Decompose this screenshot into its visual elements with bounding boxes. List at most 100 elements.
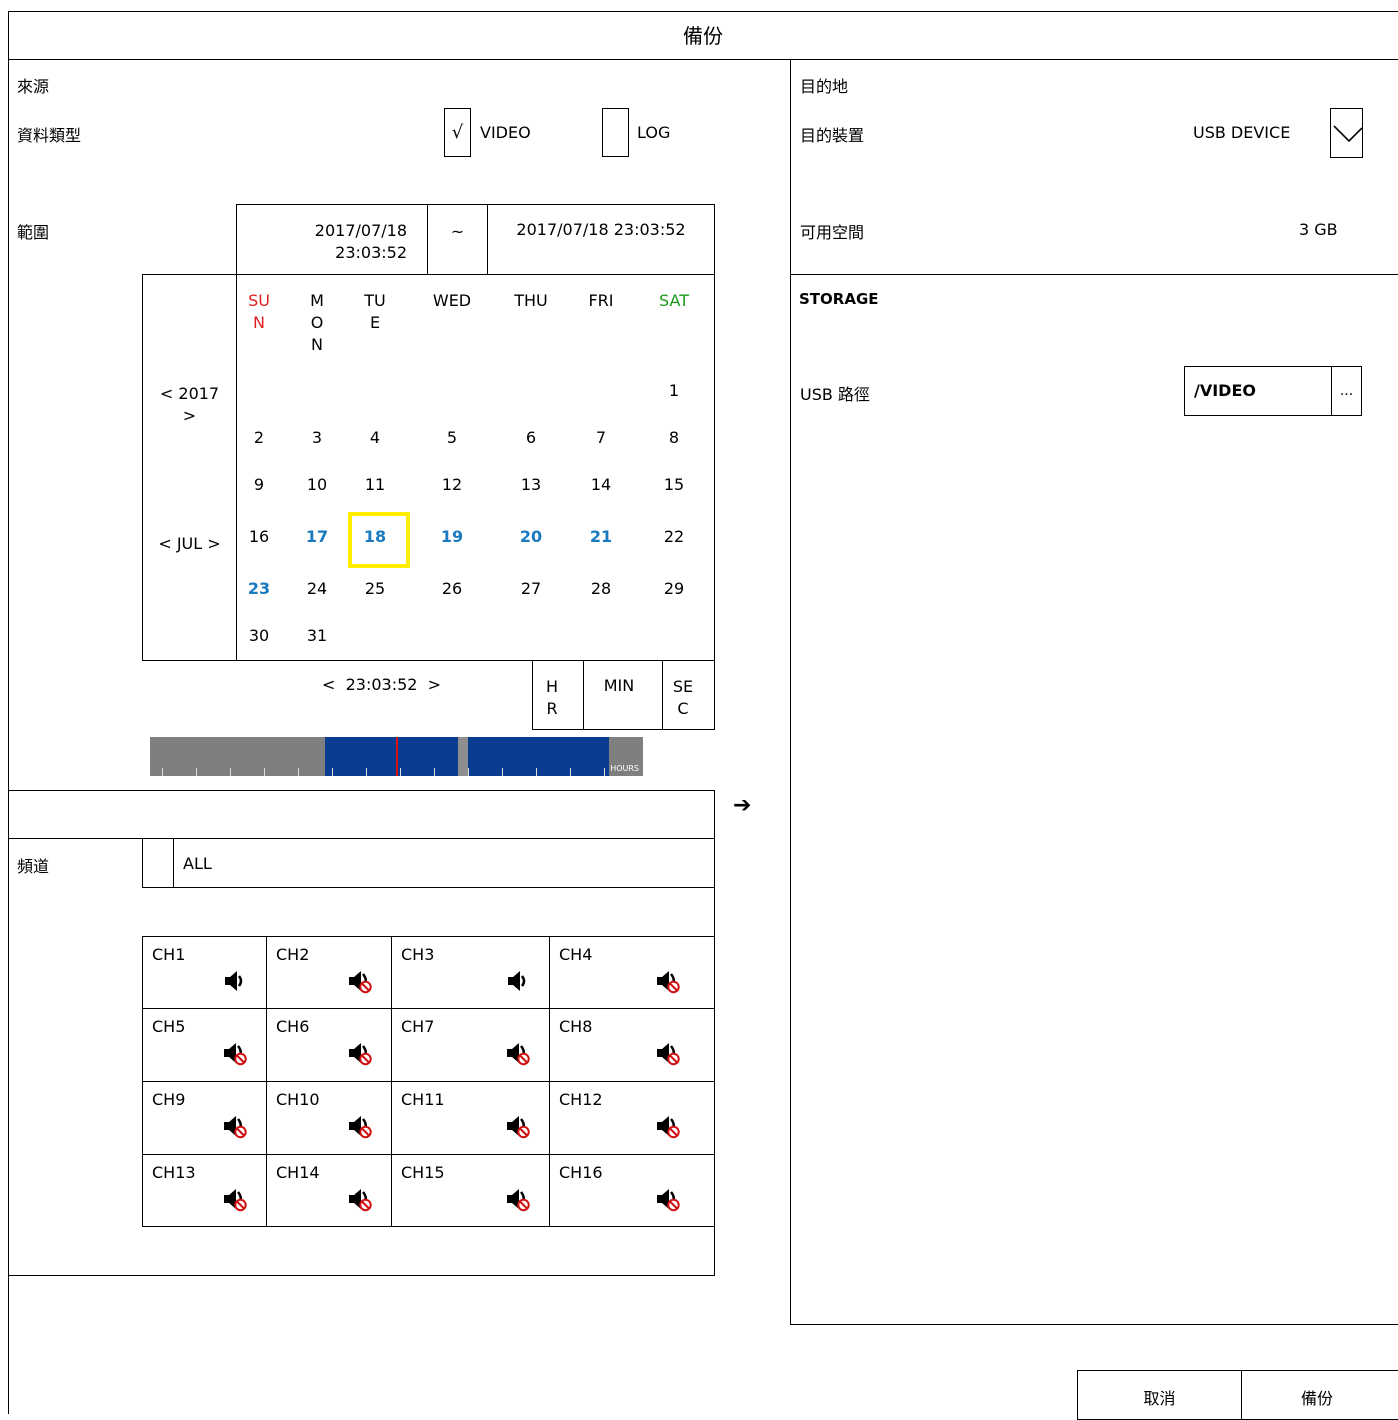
calendar-day[interactable]: 20 [511, 527, 551, 546]
all-channels-checkbox[interactable] [142, 838, 174, 888]
source-heading: 來源 [17, 77, 50, 96]
min-button[interactable]: MIN [583, 660, 663, 730]
channel-cell[interactable]: CH6 [266, 1008, 392, 1082]
channel-cell[interactable]: CH5 [142, 1008, 267, 1082]
log-checkbox[interactable] [602, 108, 629, 157]
speaker-muted-icon [657, 1116, 680, 1139]
time-value[interactable]: < 23:03:52 > [322, 675, 441, 694]
usb-path-browse-button[interactable]: ... [1331, 366, 1362, 416]
channel-cell[interactable]: CH7 [391, 1008, 550, 1082]
calendar-day[interactable]: 24 [297, 579, 337, 598]
channel-cell[interactable]: CH12 [549, 1081, 715, 1155]
channel-cell[interactable]: CH11 [391, 1081, 550, 1155]
speaker-icon[interactable] [222, 968, 248, 994]
calendar-day[interactable]: 12 [432, 475, 472, 494]
channel-cell[interactable]: CH2 [266, 936, 392, 1009]
channel-label: CH14 [276, 1163, 320, 1182]
arrow-icon: ➔ [733, 793, 752, 818]
destination-divider [790, 274, 1398, 275]
video-checkbox[interactable]: √ [444, 108, 471, 157]
browse-label: ... [1339, 383, 1354, 399]
speaker-muted-icon[interactable] [347, 1040, 373, 1066]
channel-cell[interactable]: CH10 [266, 1081, 392, 1155]
speaker-muted-icon[interactable] [222, 1186, 248, 1212]
device-dropdown-button[interactable] [1330, 108, 1363, 158]
calendar-day[interactable]: 22 [654, 527, 694, 546]
speaker-muted-icon[interactable] [655, 1040, 681, 1066]
hr-label: H R [545, 677, 559, 718]
calendar-day[interactable]: 26 [432, 579, 472, 598]
channel-cell[interactable]: CH15 [391, 1154, 550, 1227]
data-type-label: 資料類型 [17, 126, 82, 145]
calendar-day[interactable]: 5 [432, 428, 472, 447]
cancel-button[interactable]: 取消 [1077, 1370, 1242, 1420]
speaker-icon[interactable] [505, 968, 531, 994]
calendar-day[interactable]: 6 [511, 428, 551, 447]
speaker-muted-icon[interactable] [505, 1186, 531, 1212]
channel-cell[interactable]: CH13 [142, 1154, 267, 1227]
speaker-muted-icon[interactable] [222, 1040, 248, 1066]
speaker-muted-icon[interactable] [347, 1113, 373, 1139]
channel-cell[interactable]: CH16 [549, 1154, 715, 1227]
calendar-day[interactable]: 18 [355, 527, 395, 546]
channel-label: CH12 [559, 1090, 603, 1109]
speaker-muted-icon[interactable] [222, 1113, 248, 1139]
year-nav[interactable]: < 2017 > [143, 383, 236, 427]
chevron-down-icon [1333, 125, 1362, 143]
speaker-muted-icon[interactable] [505, 1040, 531, 1066]
title-divider [8, 59, 791, 60]
channel-cell[interactable]: CH8 [549, 1008, 715, 1082]
calendar-day[interactable]: 19 [432, 527, 472, 546]
month-nav[interactable]: < JUL > [143, 534, 236, 553]
timeline-cursor[interactable] [396, 737, 398, 776]
speaker-muted-icon[interactable] [347, 968, 373, 994]
speaker-muted-icon[interactable] [347, 1186, 373, 1212]
speaker-muted-icon[interactable] [505, 1113, 531, 1139]
calendar-day[interactable]: 8 [654, 428, 694, 447]
speaker-muted-icon [349, 1043, 372, 1066]
calendar-day[interactable]: 30 [239, 626, 279, 645]
channel-cell[interactable]: CH3 [391, 936, 550, 1009]
speaker-muted-icon[interactable] [655, 1186, 681, 1212]
calendar-day[interactable]: 14 [581, 475, 621, 494]
channel-gap-row [142, 887, 715, 937]
channel-cell[interactable]: CH4 [549, 936, 715, 1009]
calendar-day[interactable]: 11 [355, 475, 395, 494]
calendar-day[interactable]: 21 [581, 527, 621, 546]
calendar-day[interactable]: 29 [654, 579, 694, 598]
calendar-day[interactable]: 27 [511, 579, 551, 598]
channel-cell[interactable]: CH9 [142, 1081, 267, 1155]
range-end-field[interactable]: 2017/07/18 23:03:52 [487, 204, 715, 275]
hr-button[interactable]: H R [532, 660, 584, 730]
weekday-header: SU N [248, 291, 270, 332]
calendar-day[interactable]: 16 [239, 527, 279, 546]
calendar-day[interactable]: 9 [239, 475, 279, 494]
calendar-day[interactable]: 13 [511, 475, 551, 494]
sec-button[interactable]: SE C [662, 660, 715, 730]
speaker-muted-icon[interactable] [655, 1113, 681, 1139]
channel-cell[interactable]: CH1 [142, 936, 267, 1009]
calendar-day[interactable]: 2 [239, 428, 279, 447]
backup-label: 備份 [1300, 1389, 1333, 1408]
calendar-day[interactable]: 7 [581, 428, 621, 447]
calendar-day[interactable]: 31 [297, 626, 337, 645]
speaker-muted-icon[interactable] [655, 968, 681, 994]
channel-cell[interactable]: CH14 [266, 1154, 392, 1227]
timeline-bar[interactable]: HOURS [150, 737, 643, 776]
range-label: 範圍 [17, 223, 50, 242]
speaker-icon [225, 971, 243, 991]
calendar-day[interactable]: 3 [297, 428, 337, 447]
usb-path-field[interactable]: /VIDEO [1184, 366, 1332, 416]
calendar-day[interactable]: 17 [297, 527, 337, 546]
backup-button[interactable]: 備份 [1241, 1370, 1398, 1420]
calendar-day[interactable]: 25 [355, 579, 395, 598]
calendar-day[interactable]: 15 [654, 475, 694, 494]
speaker-muted-icon [657, 971, 680, 994]
calendar-day[interactable]: 10 [297, 475, 337, 494]
range-start-field[interactable]: 2017/07/18 23:03:52 [236, 204, 428, 275]
calendar-day[interactable]: 28 [581, 579, 621, 598]
calendar-day[interactable]: 1 [654, 381, 694, 400]
calendar-day[interactable]: 23 [239, 579, 279, 598]
destination-heading: 目的地 [800, 77, 849, 96]
calendar-day[interactable]: 4 [355, 428, 395, 447]
